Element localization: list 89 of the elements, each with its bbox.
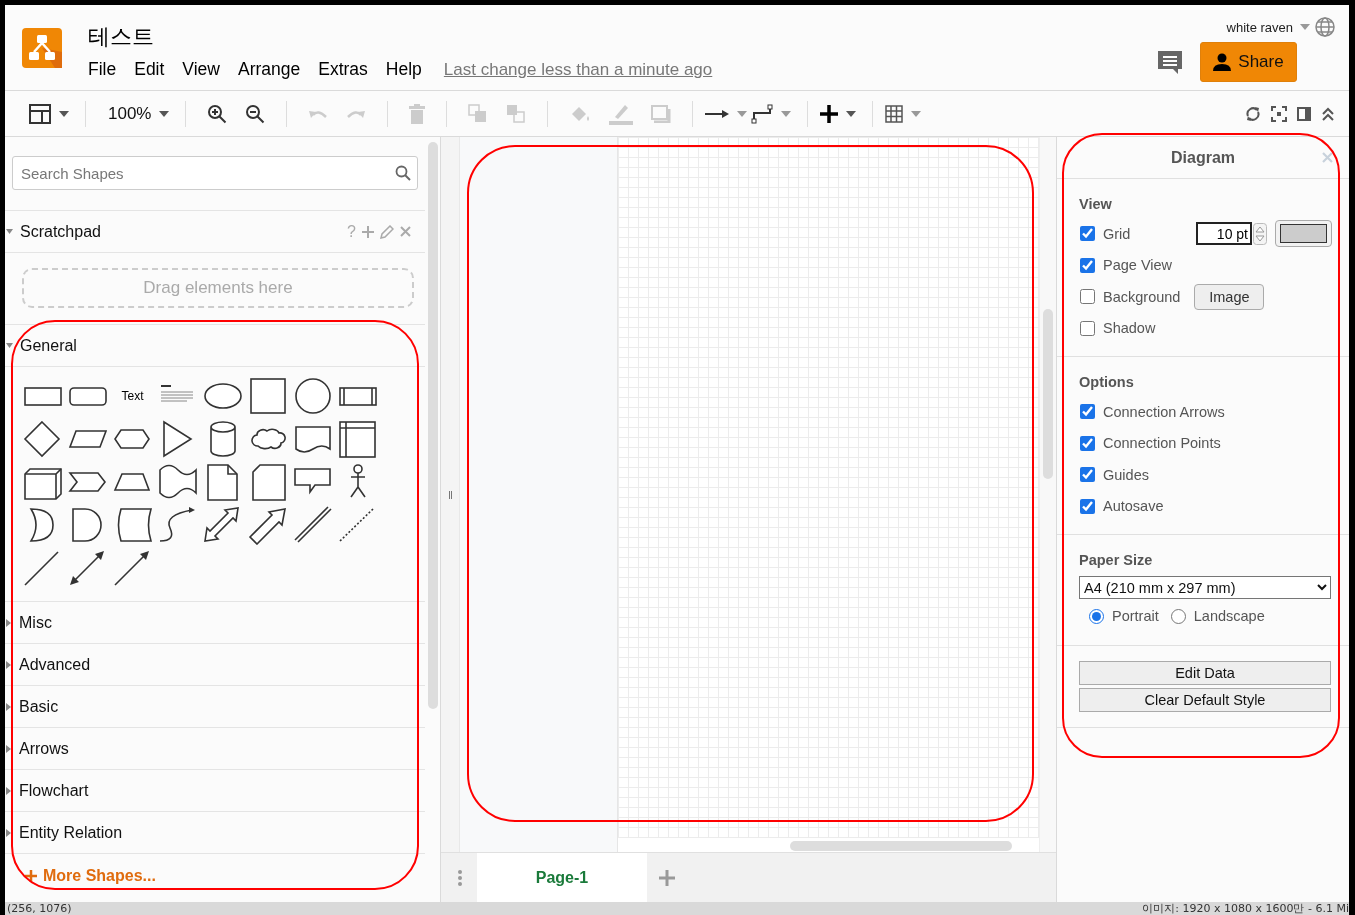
checkbox[interactable] [1080, 320, 1095, 336]
menu-item[interactable]: Arrange [238, 59, 301, 80]
radio-button[interactable] [1170, 608, 1186, 624]
checkbox[interactable] [1080, 289, 1095, 305]
comment-icon[interactable] [1156, 49, 1184, 75]
section-title[interactable]: Scratchpad [20, 222, 101, 241]
option-label: Connection Arrows [1103, 403, 1225, 420]
menu-dots-icon[interactable] [458, 869, 462, 886]
refresh-icon[interactable] [1245, 104, 1261, 123]
arrow-icon[interactable] [705, 108, 730, 119]
caret-icon[interactable] [159, 110, 170, 117]
menu-item[interactable]: Edit [134, 59, 165, 80]
layout-icon[interactable] [29, 103, 51, 124]
document-title[interactable]: 테스트 [88, 24, 713, 50]
collapse-triangle-icon[interactable] [6, 229, 13, 234]
menu-item[interactable]: View [182, 59, 220, 80]
section-title[interactable]: Entity Relation [19, 823, 123, 842]
expand-triangle-icon[interactable] [6, 744, 12, 753]
section-heading: Paper Size [1079, 552, 1154, 568]
zoom-out-icon[interactable] [245, 103, 266, 124]
fit-icon[interactable] [1271, 105, 1287, 122]
app-logo-icon [22, 28, 62, 68]
expand-triangle-icon[interactable] [6, 828, 12, 837]
section-title[interactable]: Misc [19, 613, 52, 632]
checkbox[interactable] [1080, 435, 1095, 451]
option-label: Page View [1103, 257, 1173, 274]
table-icon[interactable] [885, 104, 904, 123]
search-icon[interactable] [395, 165, 411, 181]
checkbox[interactable] [1080, 226, 1095, 242]
line-color-icon[interactable] [609, 102, 634, 125]
menu-item[interactable]: Extras [318, 59, 368, 80]
last-change-link[interactable]: Last change less than a minute ago [443, 60, 713, 80]
caret-icon[interactable] [59, 110, 69, 117]
checkbox[interactable] [1080, 404, 1095, 420]
spinner-icon[interactable] [1253, 222, 1267, 245]
grid-size-field[interactable]: 10 pt [1196, 222, 1252, 246]
option-label: Connection Points [1103, 435, 1221, 452]
expand-triangle-icon[interactable] [6, 618, 12, 627]
zoom-level[interactable]: 100% [108, 103, 152, 124]
globe-icon[interactable] [1315, 17, 1335, 37]
panel-button[interactable]: Clear Default Style [1079, 688, 1331, 712]
caret-icon[interactable] [846, 110, 857, 117]
plus-icon[interactable] [820, 104, 839, 123]
option-label: Background [1103, 288, 1181, 305]
section-heading: View [1079, 196, 1113, 212]
menu-item[interactable]: File [88, 59, 117, 80]
text-shape[interactable]: Text [121, 388, 144, 403]
paper-size-dropdown[interactable]: A4 (210 mm x 297 mm) [1079, 576, 1331, 599]
scrollbar-thumb[interactable] [1043, 309, 1053, 479]
panel-button[interactable]: Edit Data [1079, 661, 1331, 685]
section-heading: Options [1079, 374, 1135, 390]
collapse-triangle-icon[interactable] [6, 342, 13, 349]
option-label: Autosave [1103, 498, 1164, 515]
share-button[interactable]: Share [1200, 42, 1297, 82]
option-label: Guides [1103, 466, 1149, 483]
checkbox[interactable] [1080, 498, 1095, 514]
grid-color-button[interactable] [1275, 220, 1332, 248]
zoom-in-icon[interactable] [207, 103, 228, 124]
status-text: (256, 1076) [7, 902, 72, 915]
option-label: Landscape [1193, 608, 1265, 624]
status-text: 이미지: 1920 x 1080 x 1600만 - 6.1 Mi [1142, 902, 1349, 915]
scrollbar-thumb[interactable] [427, 142, 438, 709]
expand-triangle-icon[interactable] [6, 786, 12, 795]
expand-triangle-icon[interactable] [6, 702, 12, 711]
section-title[interactable]: Basic [19, 697, 59, 716]
option-label: Shadow [1103, 320, 1156, 337]
option-label: Portrait [1112, 608, 1159, 624]
scrollbar-thumb[interactable] [790, 841, 1012, 851]
collapse-icon[interactable] [1321, 106, 1335, 121]
search-field[interactable]: Search Shapes [12, 156, 418, 190]
option-label: Grid [1103, 225, 1131, 242]
expand-triangle-icon[interactable] [6, 660, 12, 669]
waypoint-icon[interactable] [751, 103, 774, 124]
radio-button[interactable] [1089, 608, 1104, 624]
internal-storage-shape[interactable] [336, 418, 379, 459]
section-title[interactable]: Advanced [19, 655, 91, 674]
section-title[interactable]: General [20, 336, 77, 355]
image-button[interactable]: Image [1194, 283, 1265, 310]
panel-title: Diagram [1171, 148, 1235, 167]
checkbox[interactable] [1080, 467, 1095, 483]
person-icon [1213, 53, 1232, 71]
user-name[interactable]: white raven [1226, 19, 1293, 35]
menu-item[interactable]: Help [385, 59, 422, 80]
checkbox[interactable] [1080, 257, 1095, 273]
section-title[interactable]: Flowchart [19, 781, 89, 800]
splitter-handle[interactable] [448, 490, 452, 499]
section-title[interactable]: Arrows [19, 739, 69, 758]
format-panel-icon[interactable] [1297, 106, 1311, 121]
page-tab[interactable]: Page-1 [477, 853, 647, 902]
